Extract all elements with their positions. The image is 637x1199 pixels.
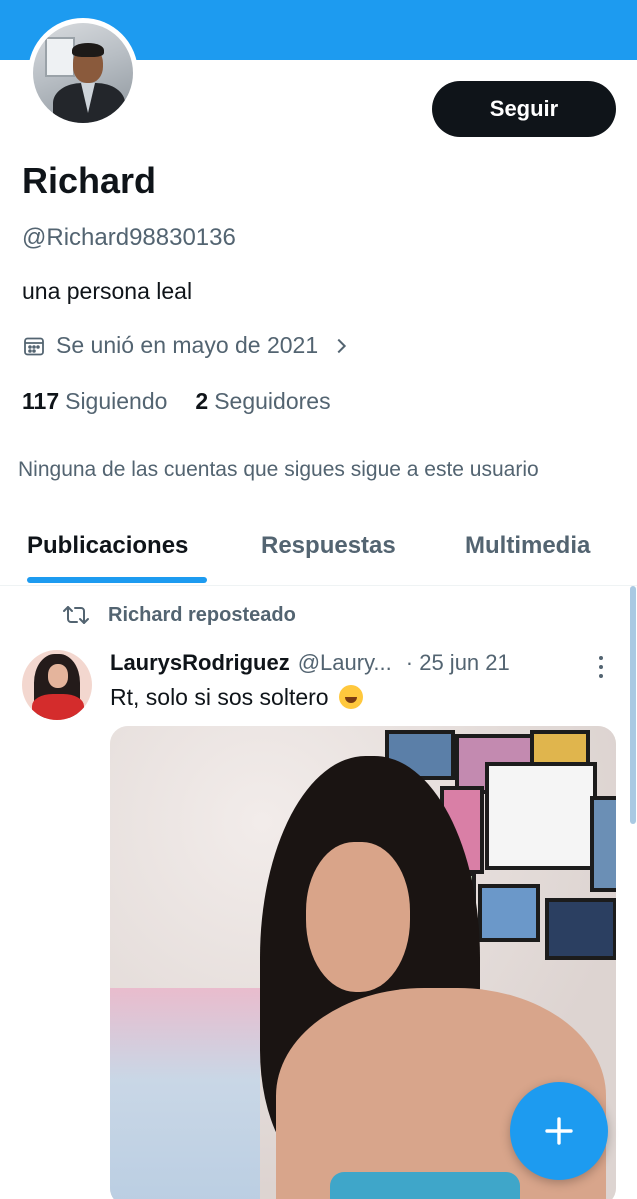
followers-link[interactable]: 2 Seguidores xyxy=(195,388,330,415)
rolling-on-floor-laughing-icon xyxy=(338,685,363,709)
plus-icon xyxy=(545,1117,573,1145)
post-date[interactable]: · 25 jun 21 xyxy=(406,650,510,676)
profile-page: Seguir Richard @Richard98830136 una pers… xyxy=(0,0,637,1199)
chevron-right-icon xyxy=(337,338,347,353)
post-text-content: Rt, solo si sos soltero xyxy=(110,684,329,710)
profile-handle: @Richard98830136 xyxy=(22,224,236,251)
follow-stats: 117 Siguiendo 2 Seguidores xyxy=(22,388,359,415)
followers-label: Seguidores xyxy=(214,388,331,414)
repost-label: Richard reposteado xyxy=(108,603,296,626)
joined-date-row[interactable]: Se unió en mayo de 2021 xyxy=(22,332,362,359)
profile-name: Richard xyxy=(22,160,157,201)
post-author-name[interactable]: LaurysRodriguez xyxy=(110,650,290,676)
calendar-icon xyxy=(24,337,44,355)
repost-context[interactable]: Richard reposteado xyxy=(62,603,296,627)
profile-avatar-image xyxy=(33,23,133,123)
tab-respuestas[interactable]: Respuestas xyxy=(261,532,396,560)
following-link[interactable]: 117 Siguiendo xyxy=(22,388,167,415)
post-text: Rt, solo si sos soltero xyxy=(110,684,363,711)
following-label: Siguiendo xyxy=(65,388,168,414)
tab-publicaciones[interactable]: Publicaciones xyxy=(27,532,188,560)
active-tab-indicator xyxy=(27,577,207,583)
profile-bio: una persona leal xyxy=(22,278,193,304)
profile-tabs: Publicaciones Respuestas Multimedia xyxy=(0,520,637,586)
post-header: LaurysRodriguez @Laury... · 25 jun 21 xyxy=(110,650,610,676)
more-vertical-icon[interactable] xyxy=(590,654,612,680)
follow-button[interactable]: Seguir xyxy=(432,81,616,137)
repost-icon xyxy=(63,606,89,624)
followers-count: 2 xyxy=(195,388,209,414)
scrollbar[interactable] xyxy=(630,586,636,824)
following-count: 117 xyxy=(22,388,60,414)
joined-date-text: Se unió en mayo de 2021 xyxy=(56,332,319,358)
post-author-handle[interactable]: @Laury... xyxy=(298,650,392,676)
post-author-avatar[interactable] xyxy=(22,650,92,720)
compose-button[interactable] xyxy=(510,1082,608,1180)
tab-multimedia[interactable]: Multimedia xyxy=(465,532,590,560)
mutual-followers-note: Ninguna de las cuentas que sigues sigue … xyxy=(18,458,539,481)
profile-avatar[interactable] xyxy=(28,18,138,128)
